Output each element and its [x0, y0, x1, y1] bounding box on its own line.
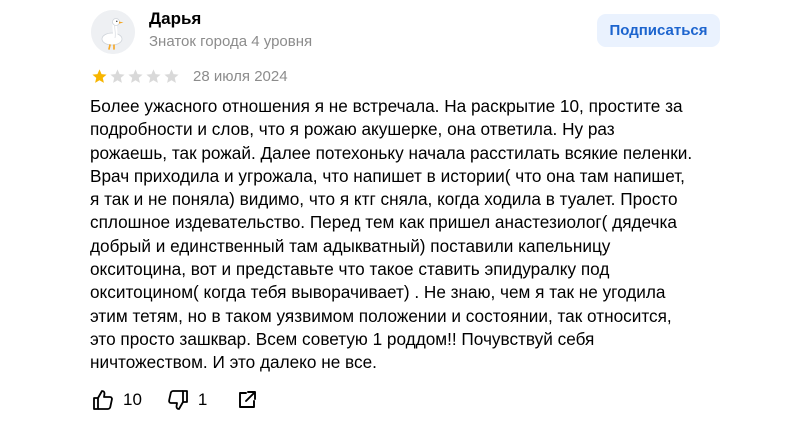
goose-avatar-icon [91, 10, 135, 54]
subscribe-button[interactable]: Подписаться [597, 14, 720, 47]
star-empty-icon [146, 69, 161, 83]
share-icon [239, 391, 257, 408]
star-empty-icon [164, 69, 179, 83]
review-text: Более ужасного отношения я не встречала.… [90, 96, 693, 373]
review-actions: 10 1 [91, 387, 259, 413]
thumbs-down-icon [168, 390, 188, 410]
star-filled-icon [92, 69, 107, 83]
star-empty-icon [110, 69, 125, 83]
dislike-button[interactable]: 1 [166, 388, 207, 412]
review-card: Дарья Знаток города 4 уровня Подписаться… [0, 0, 799, 437]
author-avatar[interactable] [91, 10, 135, 54]
like-count: 10 [123, 390, 142, 409]
star-empty-icon [128, 69, 143, 83]
like-button[interactable]: 10 [91, 388, 142, 412]
share-button[interactable] [235, 388, 259, 412]
review-date: 28 июля 2024 [193, 68, 288, 85]
dislike-count: 1 [197, 390, 208, 409]
author-name[interactable]: Дарья [149, 9, 201, 29]
thumbs-up-icon [93, 390, 113, 410]
rating-stars [91, 68, 180, 85]
author-level: Знаток города 4 уровня [149, 33, 313, 50]
